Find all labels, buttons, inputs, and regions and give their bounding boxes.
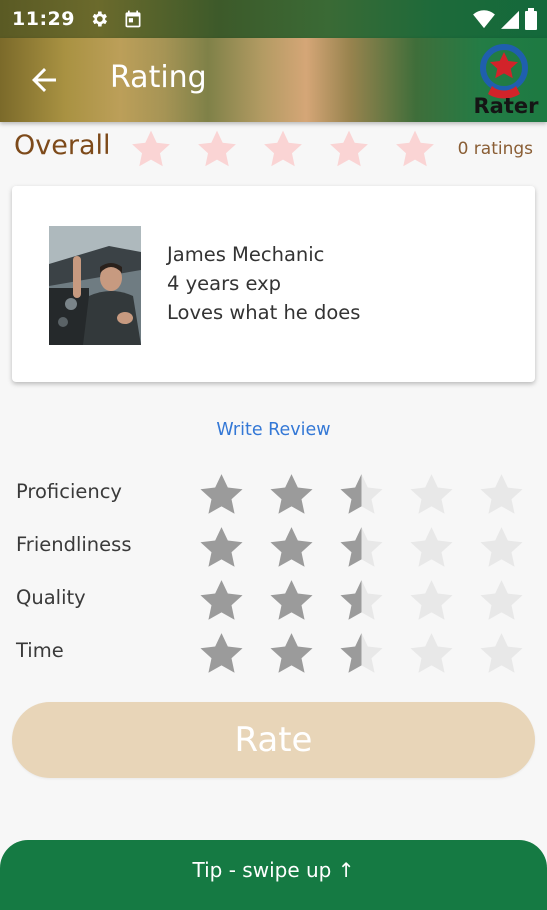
status-time: 11:29 [12, 8, 75, 30]
star-icon[interactable] [197, 523, 246, 572]
overall-label: Overall [14, 130, 111, 161]
write-review-link[interactable]: Write Review [0, 420, 547, 440]
profile-card: James Mechanic 4 years exp Loves what he… [12, 186, 535, 382]
signal-icon [501, 9, 519, 33]
star-icon[interactable] [197, 629, 246, 678]
profile-details: James Mechanic 4 years exp Loves what he… [167, 240, 360, 327]
criterion-label: Friendliness [16, 533, 132, 556]
status-bar: 11:29 [0, 0, 547, 38]
star-icon[interactable] [407, 523, 456, 572]
criterion-label: Proficiency [16, 480, 122, 503]
ratings-count: 0 ratings [457, 139, 533, 159]
calendar-icon [123, 9, 143, 29]
criterion-star-rating[interactable] [197, 629, 526, 678]
app-bar: Rating Rater [0, 38, 547, 122]
rating-row-quality: Quality [0, 574, 547, 627]
star-icon[interactable] [337, 629, 386, 678]
star-icon[interactable] [267, 629, 316, 678]
star-icon[interactable] [267, 470, 316, 519]
star-icon[interactable] [337, 470, 386, 519]
overall-star-icon[interactable] [261, 127, 305, 171]
star-icon[interactable] [197, 470, 246, 519]
overall-star-rating[interactable] [129, 127, 437, 171]
star-icon[interactable] [477, 470, 526, 519]
star-icon[interactable] [407, 470, 456, 519]
logo-text: Rater [473, 94, 539, 118]
criterion-star-rating[interactable] [197, 576, 526, 625]
settings-icon [89, 9, 109, 29]
overall-star-icon[interactable] [327, 127, 371, 171]
wifi-icon [473, 9, 495, 33]
star-icon[interactable] [407, 576, 456, 625]
star-icon[interactable] [337, 576, 386, 625]
arrow-back-icon[interactable] [26, 62, 62, 98]
rating-row-time: Time [0, 627, 547, 680]
star-icon[interactable] [337, 523, 386, 572]
star-icon[interactable] [477, 629, 526, 678]
profile-name: James Mechanic [167, 243, 325, 266]
profile-photo [49, 226, 141, 345]
page-title: Rating [110, 60, 207, 95]
star-icon[interactable] [477, 523, 526, 572]
overall-star-icon[interactable] [129, 127, 173, 171]
rating-row-proficiency: Proficiency [0, 468, 547, 521]
rate-button[interactable]: Rate [12, 702, 535, 778]
star-icon[interactable] [407, 629, 456, 678]
rating-row-friendliness: Friendliness [0, 521, 547, 574]
profile-tagline: Loves what he does [167, 301, 361, 324]
criterion-label: Quality [16, 586, 86, 609]
star-icon[interactable] [267, 576, 316, 625]
overall-star-icon[interactable] [195, 127, 239, 171]
star-icon[interactable] [267, 523, 316, 572]
star-icon[interactable] [477, 576, 526, 625]
profile-experience: 4 years exp [167, 272, 282, 295]
criterion-star-rating[interactable] [197, 470, 526, 519]
criterion-star-rating[interactable] [197, 523, 526, 572]
battery-icon [525, 8, 537, 34]
criterion-label: Time [16, 639, 64, 662]
overall-star-icon[interactable] [393, 127, 437, 171]
star-icon[interactable] [197, 576, 246, 625]
